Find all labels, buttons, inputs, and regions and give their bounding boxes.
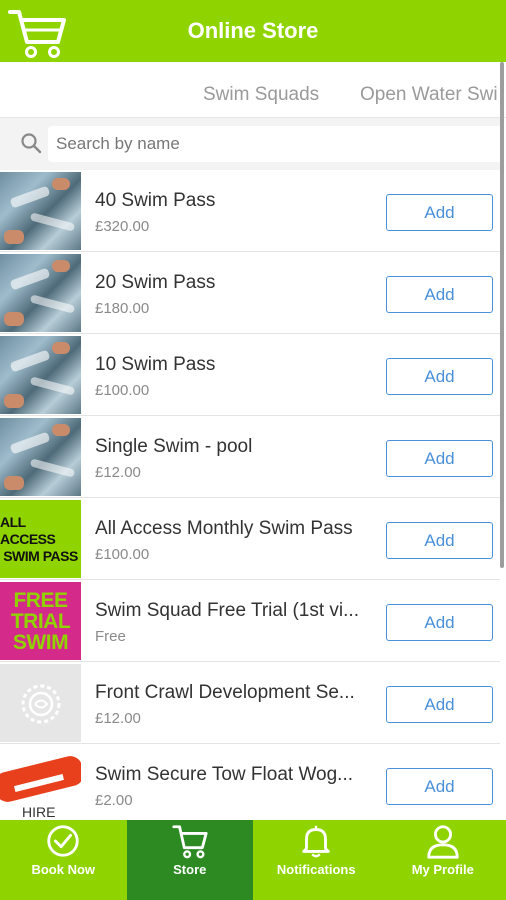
product-price: £12.00 [95, 464, 141, 481]
list-item[interactable]: FREE TRIAL SWIM Swim Squad Free Trial (1… [0, 580, 500, 662]
thumb-text: TRIAL [10, 609, 71, 633]
product-price: £100.00 [95, 382, 150, 399]
product-price: £2.00 [95, 792, 133, 809]
nav-book-now[interactable]: Book Now [0, 820, 127, 900]
user-icon [427, 825, 459, 859]
product-thumbnail [0, 254, 81, 332]
product-price: £320.00 [95, 218, 150, 235]
bottom-nav: Book Now Store Notifications My Profile [0, 820, 506, 900]
page-title: Online Store [187, 18, 319, 43]
search-bar [0, 118, 500, 170]
tab-swim-squads[interactable]: Swim Squads [203, 84, 319, 106]
nav-label: My Profile [411, 862, 474, 877]
product-thumbnail: HIRE [0, 746, 81, 820]
nav-label: Book Now [31, 862, 96, 877]
search-input[interactable] [48, 126, 500, 162]
thumb-text: SWIM [12, 630, 69, 654]
product-name: Swim Squad Free Trial (1st vi... [95, 600, 359, 621]
product-thumbnail: FREE TRIAL SWIM [0, 582, 81, 660]
search-icon [21, 133, 42, 154]
list-item[interactable]: 20 Swim Pass £180.00 Add [0, 252, 500, 334]
product-list: 40 Swim Pass £320.00 Add 20 Swim Pass £1… [0, 170, 500, 820]
check-circle-icon [47, 825, 79, 857]
product-thumbnail [0, 418, 81, 496]
product-name: 40 Swim Pass [95, 190, 216, 211]
add-button[interactable]: Add [386, 440, 493, 477]
scrollbar[interactable] [500, 62, 504, 568]
product-thumbnail [0, 172, 81, 250]
add-button[interactable]: Add [386, 194, 493, 231]
product-name: Swim Secure Tow Float Wog... [95, 764, 354, 785]
thumb-text: SWIM PASS [3, 547, 78, 564]
badge-icon [21, 684, 61, 724]
tab-open-water[interactable]: Open Water Swi [360, 84, 498, 106]
product-price: £100.00 [95, 546, 150, 563]
nav-label: Store [173, 862, 207, 877]
app-header: Online Store [0, 0, 506, 62]
cart-icon [172, 825, 208, 859]
product-price: Free [95, 628, 126, 645]
add-button[interactable]: Add [386, 686, 493, 723]
nav-my-profile[interactable]: My Profile [380, 820, 506, 900]
add-button[interactable]: Add [386, 604, 493, 641]
category-tabs: Swim Squads Open Water Swi [0, 62, 506, 118]
product-price: £180.00 [95, 300, 150, 317]
list-item[interactable]: 40 Swim Pass £320.00 Add [0, 170, 500, 252]
list-item[interactable]: Single Swim - pool £12.00 Add [0, 416, 500, 498]
add-button[interactable]: Add [386, 358, 493, 395]
list-item[interactable]: 10 Swim Pass £100.00 Add [0, 334, 500, 416]
list-item[interactable]: ALL ACCESS SWIM PASS All Access Monthly … [0, 498, 500, 580]
thumb-text: ALL ACCESS [0, 513, 56, 547]
nav-label: Notifications [276, 862, 356, 877]
nav-notifications[interactable]: Notifications [253, 820, 380, 900]
product-name: Single Swim - pool [95, 436, 253, 457]
product-thumbnail [0, 664, 81, 742]
thumb-text: HIRE [22, 804, 56, 820]
product-name: 10 Swim Pass [95, 354, 216, 375]
nav-store[interactable]: Store [126, 820, 253, 900]
add-button[interactable]: Add [386, 276, 493, 313]
product-price: £12.00 [95, 710, 141, 727]
bell-icon [302, 825, 331, 858]
list-item[interactable]: HIRE Swim Secure Tow Float Wog... £2.00 … [0, 744, 500, 820]
list-item[interactable]: Front Crawl Development Se... £12.00 Add [0, 662, 500, 744]
add-button[interactable]: Add [386, 768, 493, 805]
add-button[interactable]: Add [386, 522, 493, 559]
product-name: 20 Swim Pass [95, 272, 216, 293]
thumb-text: FREE [13, 588, 68, 612]
product-thumbnail [0, 336, 81, 414]
product-thumbnail: ALL ACCESS SWIM PASS [0, 500, 81, 578]
product-name: Front Crawl Development Se... [95, 682, 355, 703]
product-name: All Access Monthly Swim Pass [95, 518, 353, 539]
